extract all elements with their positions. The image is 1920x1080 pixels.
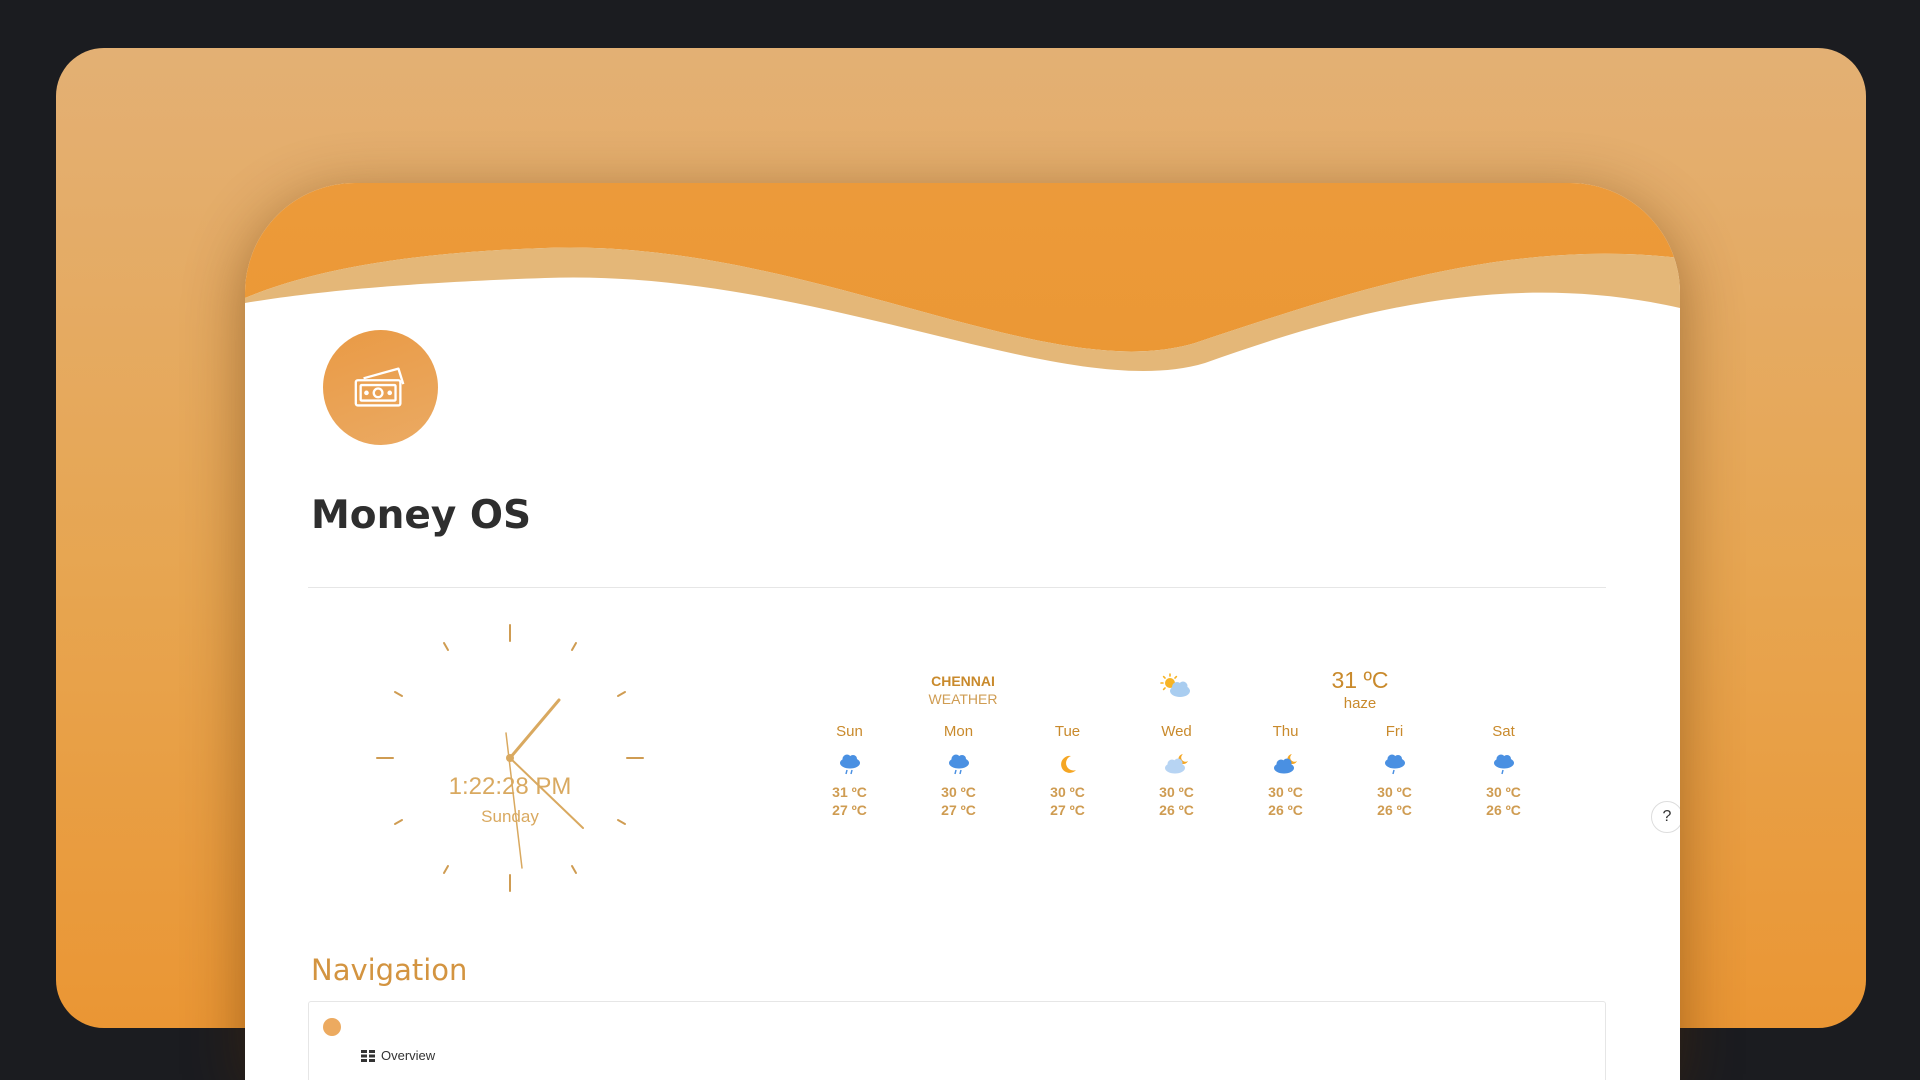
navigation-block: Overview — [308, 1001, 1606, 1080]
day-high-temp: 30 ºC — [1377, 784, 1412, 800]
rain-cloud-icon — [1493, 754, 1514, 775]
day-low-temp: 26 ºC — [1268, 802, 1303, 818]
navigation-icon — [323, 1018, 341, 1036]
day-name: Tue — [1054, 723, 1081, 740]
day-name: Sat — [1492, 723, 1515, 740]
day-low-temp: 26 ºC — [1486, 802, 1521, 818]
day-low-temp: 27 ºC — [941, 802, 976, 818]
tick-11 — [443, 642, 449, 651]
day-low-temp: 26 ºC — [1159, 802, 1194, 818]
day-name: Fri — [1385, 723, 1404, 740]
clock-day: Sunday — [481, 807, 539, 826]
day-high-temp: 30 ºC — [1050, 784, 1085, 800]
page-icon[interactable] — [323, 330, 438, 445]
day-high-temp: 30 ºC — [1486, 784, 1521, 800]
tick-2 — [617, 691, 626, 697]
tick-5 — [571, 865, 577, 874]
hour-hand — [508, 698, 561, 760]
forecast-day: Mon 30 ºC 27 ºC — [904, 723, 1013, 819]
moon-icon — [1060, 755, 1076, 773]
sun-cloud-icon — [1160, 673, 1190, 697]
day-name: Wed — [1161, 723, 1192, 740]
divider — [308, 587, 1606, 588]
day-low-temp: 26 ºC — [1377, 802, 1412, 818]
tick-7 — [443, 865, 449, 874]
navigation-heading: Navigation — [311, 953, 468, 987]
money-icon — [354, 366, 404, 407]
weather-city: CHENNAI — [931, 673, 995, 689]
cloud-moon-icon — [1164, 754, 1188, 774]
day-high-temp: 31 ºC — [832, 784, 867, 800]
nav-item-overview[interactable]: Overview — [361, 1048, 435, 1063]
current-description: haze — [1343, 695, 1377, 712]
forecast-day: Sat 30 ºC 26 ºC — [1449, 723, 1558, 819]
clock-face — [376, 624, 644, 892]
forecast-day: Wed 30 ºC 26 ºC — [1122, 723, 1231, 819]
weather-widget: CHENNAI WEATHER 31 ºC haze Sun 31 ºC 27 … — [795, 667, 1595, 873]
day-high-temp: 30 ºC — [1268, 784, 1303, 800]
analog-clock-widget: 1:22:28 PM Sunday — [375, 623, 645, 893]
current-temperature: 31 ºC — [1331, 667, 1389, 693]
nav-item-label: Overview — [381, 1048, 436, 1063]
forecast-day: Sun 31 ºC 27 ºC — [795, 723, 904, 819]
cover-wave — [245, 183, 1680, 372]
forecast-day: Fri 30 ºC 26 ºC — [1340, 723, 1449, 819]
tick-1 — [571, 642, 577, 651]
day-name: Sun — [836, 723, 863, 740]
day-high-temp: 30 ºC — [941, 784, 976, 800]
forecast-day: Tue 30 ºC 27 ºC — [1013, 723, 1122, 819]
page-window: Money OS 1:22:28 PM Sunday CHENNAI WEATH… — [245, 183, 1680, 1080]
day-name: Thu — [1272, 723, 1299, 740]
clock-center — [506, 754, 514, 762]
page-title: Money OS — [311, 493, 532, 538]
forecast-row: Sun 31 ºC 27 ºC Mon 30 ºC 27 ºC Tue 30 º… — [795, 723, 1558, 819]
day-name: Mon — [943, 723, 974, 740]
rain-cloud-icon — [839, 754, 860, 775]
day-low-temp: 27 ºC — [1050, 802, 1085, 818]
table-icon — [361, 1049, 375, 1062]
tick-10 — [394, 691, 403, 697]
weather-label: WEATHER — [928, 691, 998, 707]
help-button[interactable]: ? — [1651, 801, 1680, 833]
rain-cloud-icon — [1384, 754, 1405, 775]
day-high-temp: 30 ºC — [1159, 784, 1194, 800]
cloud-moon-icon — [1273, 754, 1297, 774]
day-low-temp: 27 ºC — [832, 802, 867, 818]
rain-cloud-icon — [948, 754, 969, 775]
clock-time: 1:22:28 PM — [448, 773, 572, 800]
forecast-day: Thu 30 ºC 26 ºC — [1231, 723, 1340, 819]
